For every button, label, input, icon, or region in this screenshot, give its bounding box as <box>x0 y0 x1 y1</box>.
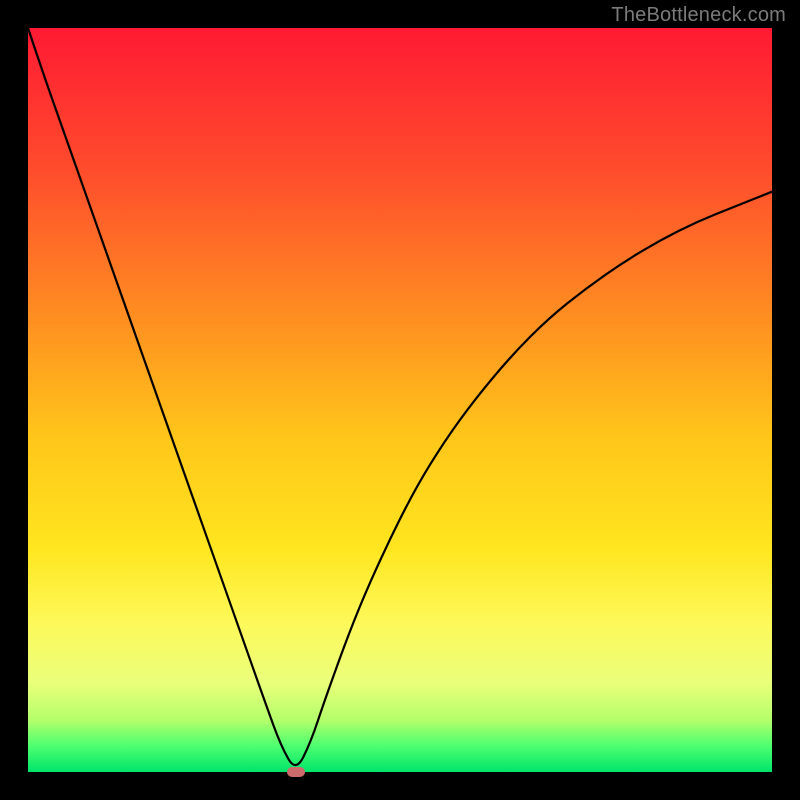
watermark-text: TheBottleneck.com <box>609 4 788 27</box>
bottleneck-curve <box>28 28 772 765</box>
plot-area <box>28 28 772 772</box>
curve-layer <box>28 28 772 772</box>
min-marker <box>287 767 305 777</box>
outer-frame: TheBottleneck.com <box>0 0 800 800</box>
